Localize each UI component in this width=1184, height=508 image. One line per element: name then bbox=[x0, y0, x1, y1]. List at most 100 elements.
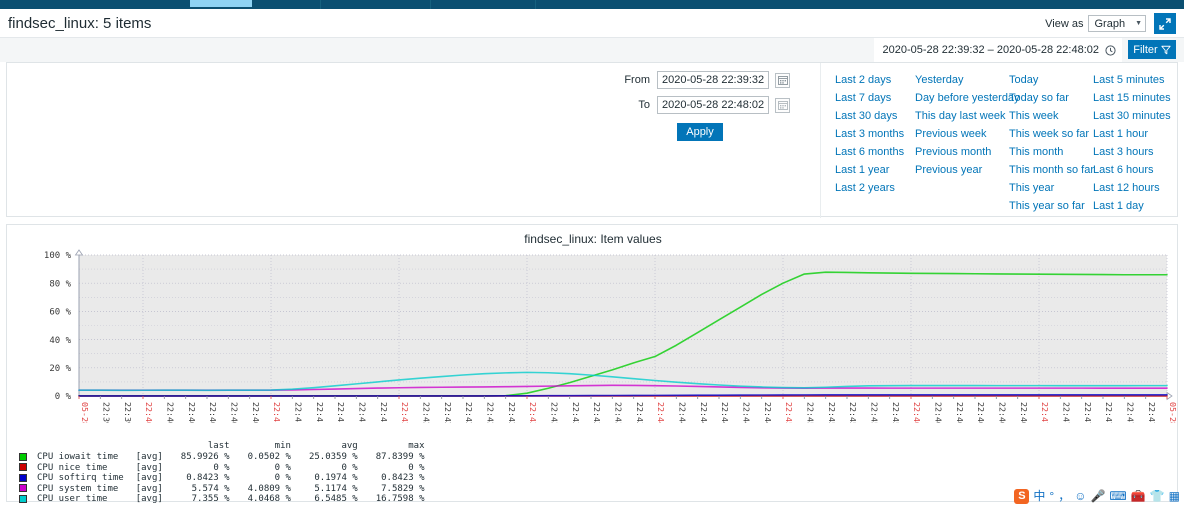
quick-range-link[interactable]: This month so far bbox=[1009, 161, 1094, 179]
svg-text:22:45:00: 22:45:00 bbox=[784, 402, 794, 423]
legend-color-swatch bbox=[19, 452, 27, 461]
quick-range-link[interactable]: Last 15 minutes bbox=[1093, 89, 1171, 107]
svg-text:22:41:10: 22:41:10 bbox=[293, 402, 303, 423]
top-navigation-bar[interactable] bbox=[0, 0, 1184, 9]
quick-range-link[interactable]: Last 6 hours bbox=[1093, 161, 1171, 179]
svg-text:22:44:00: 22:44:00 bbox=[656, 402, 666, 423]
svg-text:22:45:30: 22:45:30 bbox=[848, 402, 858, 423]
svg-text:22:42:00: 22:42:00 bbox=[400, 402, 410, 423]
quick-range-link[interactable]: This year bbox=[1009, 179, 1093, 197]
kiosk-mode-button[interactable] bbox=[1154, 13, 1176, 34]
to-calendar-button[interactable] bbox=[775, 97, 790, 113]
apply-button[interactable]: Apply bbox=[677, 123, 723, 141]
svg-text:22:42:30: 22:42:30 bbox=[464, 402, 474, 423]
nav-tab-separator bbox=[430, 0, 431, 9]
legend-value-max: 7.5829 % bbox=[381, 483, 425, 494]
svg-text:22:47:10: 22:47:10 bbox=[1061, 402, 1071, 423]
legend-value-last: 0 % bbox=[213, 462, 230, 473]
svg-text:22:41:20: 22:41:20 bbox=[315, 402, 325, 423]
halfwidth-icon[interactable]: ° bbox=[1049, 490, 1054, 502]
svg-text:22:46:40: 22:46:40 bbox=[997, 402, 1007, 423]
legend-value-avg: 6.5485 % bbox=[314, 494, 358, 504]
to-input[interactable] bbox=[657, 96, 769, 114]
page-title: findsec_linux: 5 items bbox=[8, 15, 152, 32]
quick-range-link[interactable]: Last 12 hours bbox=[1093, 179, 1171, 197]
quick-range-link[interactable]: Last 2 days bbox=[835, 71, 915, 89]
svg-text:22:42:10: 22:42:10 bbox=[421, 402, 431, 423]
legend-value-min: 0 % bbox=[274, 473, 291, 483]
quick-range-column-1: Last 2 days Last 7 days Last 30 days Last 3… bbox=[835, 71, 915, 215]
quick-range-link[interactable]: Previous week bbox=[915, 125, 1009, 143]
legend-color-swatch-cell bbox=[19, 494, 33, 505]
sogou-logo-icon[interactable]: S bbox=[1014, 488, 1030, 504]
svg-text:22:47:30: 22:47:30 bbox=[1104, 402, 1114, 423]
funnel-icon bbox=[1161, 45, 1171, 54]
time-range-label: 2020-05-28 22:39:32 – 2020-05-28 22:48:0… bbox=[882, 44, 1099, 56]
quick-range-link[interactable]: Last 7 days bbox=[835, 89, 915, 107]
skin-icon[interactable]: 👕 bbox=[1150, 490, 1165, 502]
to-field-row: To bbox=[619, 96, 809, 114]
from-field-row: From bbox=[619, 71, 809, 89]
quick-range-link[interactable]: Yesterday bbox=[915, 71, 1009, 89]
quick-range-link[interactable]: Last 5 minutes bbox=[1093, 71, 1171, 89]
menu-icon[interactable]: ▦ bbox=[1169, 490, 1180, 502]
quick-range-link[interactable]: Last 3 hours bbox=[1093, 143, 1171, 161]
emoji-icon[interactable]: ☺ bbox=[1074, 490, 1086, 502]
quick-range-link[interactable]: This week bbox=[1009, 107, 1093, 125]
quick-range-link[interactable]: Last 1 hour bbox=[1093, 125, 1171, 143]
quick-range-link[interactable]: This week so far bbox=[1009, 125, 1093, 143]
quick-range-column-4: Last 5 minutes Last 15 minutes Last 30 min… bbox=[1093, 71, 1171, 215]
legend-color-swatch-cell bbox=[19, 452, 33, 463]
time-range-display[interactable]: 2020-05-28 22:39:32 – 2020-05-28 22:48:0… bbox=[874, 38, 1122, 62]
from-input[interactable] bbox=[657, 71, 769, 89]
svg-text:22:41:00: 22:41:00 bbox=[272, 402, 282, 423]
toolbox-icon[interactable]: 🧰 bbox=[1131, 490, 1146, 502]
svg-text:22:40:10: 22:40:10 bbox=[165, 402, 175, 423]
punctuation-icon[interactable]: ， bbox=[1058, 490, 1070, 502]
legend-row: CPU user time [avg] 7.355 % 4.0468 % 6.5485 … bbox=[19, 494, 429, 505]
legend-row: CPU system time [avg] 5.574 % 4.0809 % 5.117… bbox=[19, 484, 429, 495]
view-as-select[interactable]: Graph ▼ bbox=[1088, 15, 1146, 32]
legend-value-avg: 0.1974 % bbox=[314, 473, 358, 483]
keyboard-icon[interactable]: ⌨ bbox=[1109, 490, 1126, 502]
filter-button[interactable]: Filter bbox=[1128, 40, 1176, 59]
svg-text:22:45:40: 22:45:40 bbox=[869, 402, 879, 423]
quick-range-link[interactable]: Today bbox=[1009, 71, 1093, 89]
quick-range-link[interactable]: Today so far bbox=[1009, 89, 1093, 107]
svg-text:22:47:50: 22:47:50 bbox=[1147, 402, 1157, 423]
chinese-mode-icon[interactable]: 中 bbox=[1033, 490, 1045, 502]
quick-range-column-2: Yesterday Day before yesterday This day la… bbox=[915, 71, 1020, 215]
legend-header-spacer bbox=[128, 441, 167, 452]
nav-active-tab-indicator[interactable] bbox=[190, 0, 252, 7]
quick-range-link[interactable]: Last 30 days bbox=[835, 107, 915, 125]
svg-text:22:47:00: 22:47:00 bbox=[1040, 402, 1050, 423]
legend-item-name: CPU nice time bbox=[37, 462, 108, 473]
svg-text:22:42:40: 22:42:40 bbox=[485, 402, 495, 423]
time-selector-toolbar: Zoom out 2020-05-28 22:39:32 – 2020-05-2… bbox=[0, 38, 1184, 62]
svg-text:22:46:50: 22:46:50 bbox=[1019, 402, 1029, 423]
from-calendar-button[interactable] bbox=[775, 72, 790, 88]
quick-range-link[interactable]: Previous year bbox=[915, 161, 1009, 179]
svg-text:22:39:40: 22:39:40 bbox=[101, 402, 111, 423]
svg-text:22:46:10: 22:46:10 bbox=[933, 402, 943, 423]
svg-text:22:46:20: 22:46:20 bbox=[955, 402, 965, 423]
graph-plot-area[interactable]: 0 % 20 % 40 % 60 % 80 % 100 % 05-28 22:39:39 22… bbox=[7, 243, 1179, 423]
quick-range-link[interactable]: Previous month bbox=[915, 143, 1009, 161]
legend-value-max: 0 % bbox=[408, 462, 425, 473]
quick-range-link[interactable]: Last 2 years bbox=[835, 179, 915, 197]
legend-value-max: 87.8399 % bbox=[375, 452, 425, 462]
quick-range-link[interactable]: Last 1 day bbox=[1093, 197, 1171, 215]
quick-range-link[interactable]: This year so far bbox=[1009, 197, 1093, 215]
legend-color-swatch bbox=[19, 473, 27, 482]
quick-range-link[interactable]: Day before yesterday bbox=[915, 89, 1020, 107]
ime-toolbar[interactable]: S 中 ° ， ☺ 🎤 ⌨ 🧰 👕 ▦ bbox=[1014, 486, 1180, 506]
microphone-icon[interactable]: 🎤 bbox=[1090, 490, 1105, 502]
quick-range-link[interactable]: Last 1 year bbox=[835, 161, 915, 179]
quick-range-link[interactable]: Last 3 months bbox=[835, 125, 915, 143]
svg-text:22:39:50: 22:39:50 bbox=[123, 402, 133, 423]
quick-range-link[interactable]: Last 6 months bbox=[835, 143, 915, 161]
legend-row: CPU nice time [avg] 0 % 0 % 0 % 0 % bbox=[19, 463, 429, 474]
quick-range-link[interactable]: Last 30 minutes bbox=[1093, 107, 1171, 125]
quick-range-link[interactable]: This day last week bbox=[915, 107, 1009, 125]
quick-range-link[interactable]: This month bbox=[1009, 143, 1093, 161]
